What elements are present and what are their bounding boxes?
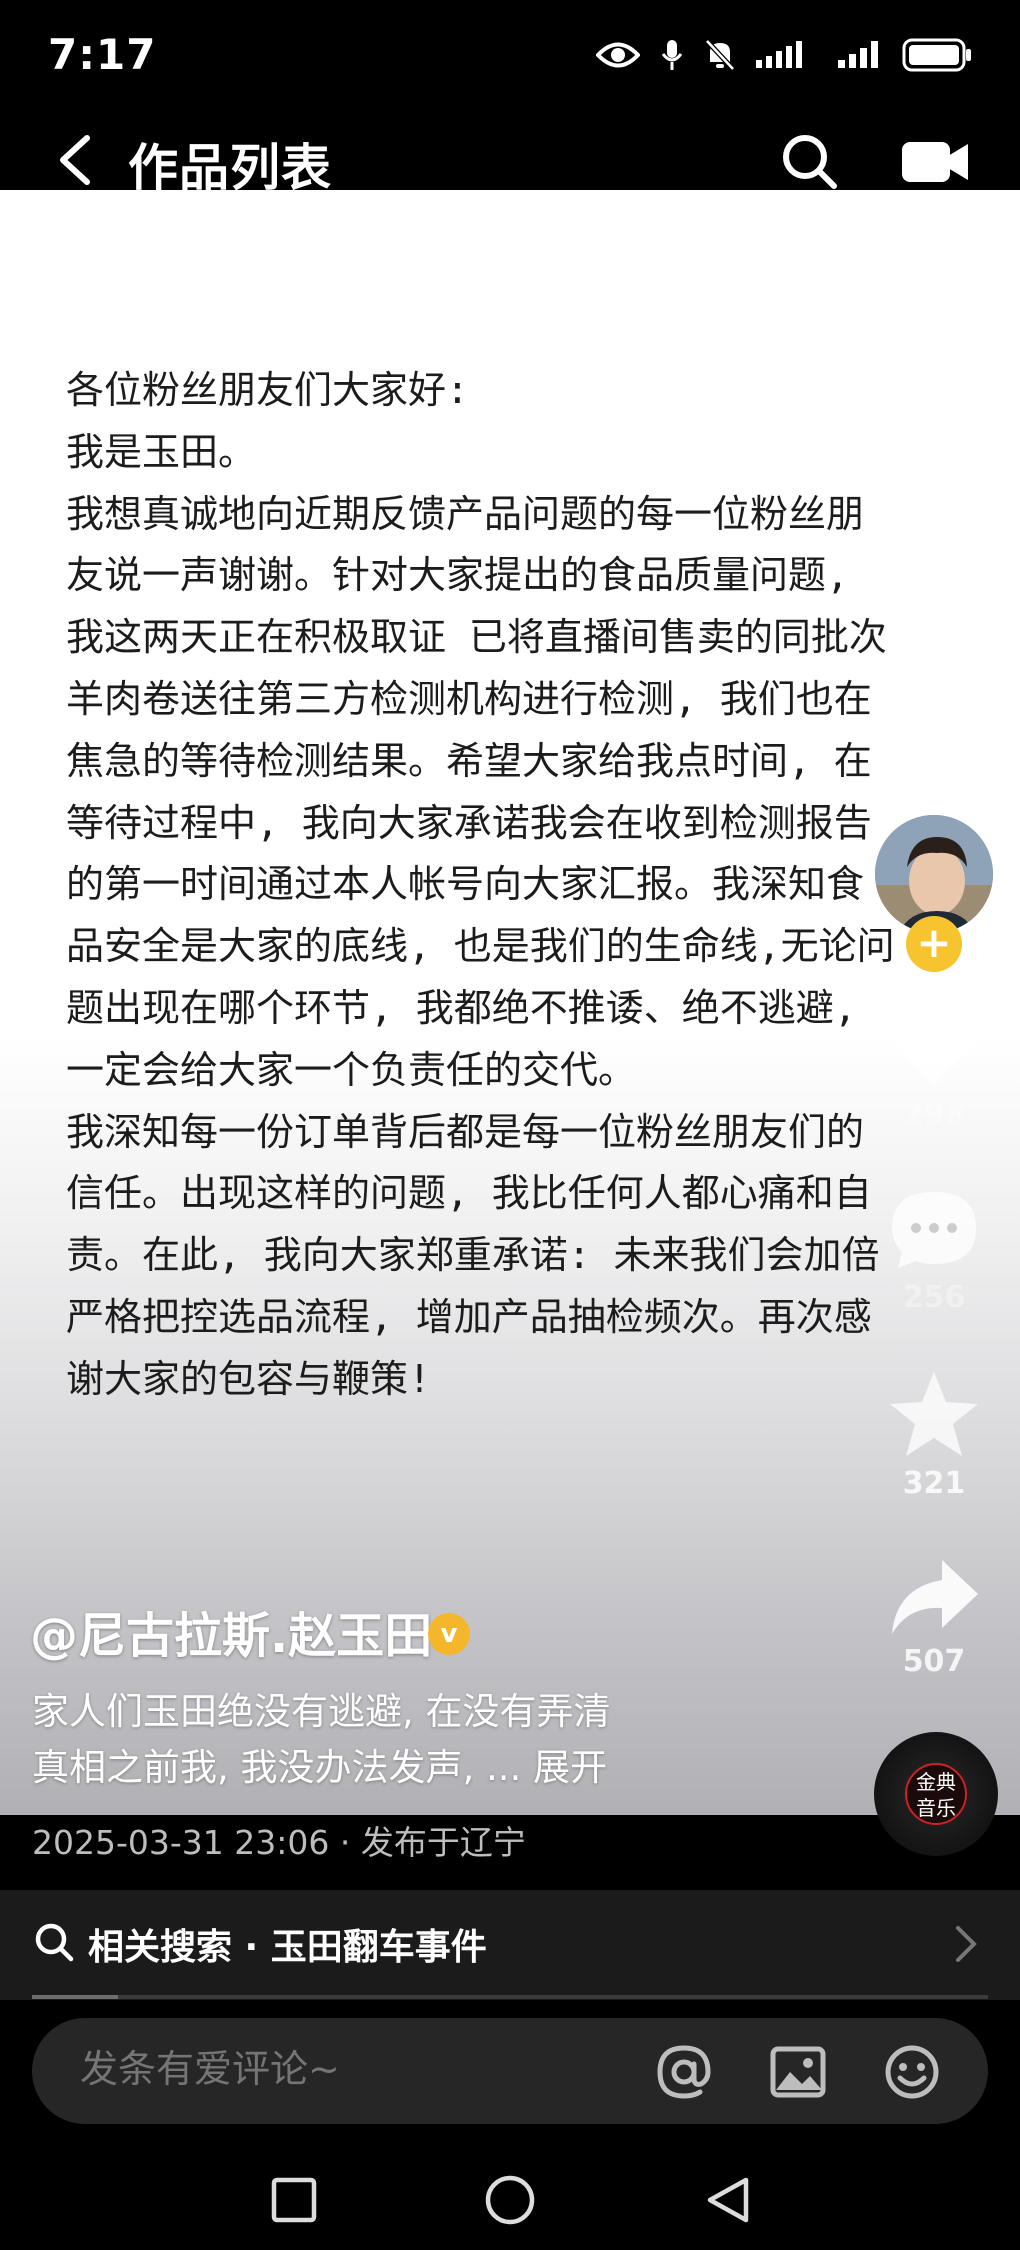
share-count: 507 <box>902 1644 966 1679</box>
share-button[interactable]: 507 <box>880 1558 988 1679</box>
comment-count: 256 <box>902 1280 966 1315</box>
share-icon <box>892 1560 978 1634</box>
post-location: 发布于辽宁 <box>360 1823 526 1862</box>
signal-icon <box>756 41 802 68</box>
like-button[interactable]: 298 <box>880 1005 988 1132</box>
caption[interactable]: 家人们玉田绝没有逃避, 在没有弄清 真相之前我, 我没办法发声, ... 展开 <box>32 1684 732 1796</box>
mute-bell-icon <box>705 39 735 71</box>
verified-badge: v <box>428 1613 470 1655</box>
emoji-icon[interactable] <box>884 2044 940 2100</box>
post-image[interactable]: 各位粉丝朋友们大家好: 我是玉田。 我想真诚地向近期反馈产品问题的每一位粉丝朋 … <box>0 190 1020 1815</box>
favorite-count: 321 <box>902 1466 966 1501</box>
chevron-right-icon <box>956 1926 977 1962</box>
related-search-label: 相关搜索 · 玉田翻车事件 <box>88 1927 487 1968</box>
status-time: 7:17 <box>48 30 157 79</box>
at-icon[interactable] <box>656 2044 712 2100</box>
post-timestamp: 2025-03-31 23:06 <box>32 1823 330 1862</box>
search-icon <box>35 1923 74 1962</box>
mic-icon <box>661 40 683 70</box>
video-icon[interactable] <box>902 142 968 182</box>
post-text: 各位粉丝朋友们大家好: 我是玉田。 我想真诚地向近期反馈产品问题的每一位粉丝朋 … <box>66 368 895 1401</box>
follow-button[interactable]: + <box>906 916 962 972</box>
music-label: 金典音乐 <box>905 1763 967 1825</box>
comment-bar <box>32 2018 988 2124</box>
author-name[interactable]: @尼古拉斯.赵玉田 <box>30 1596 432 1666</box>
status-bar: 7:17 <box>0 0 1020 120</box>
meta-separator: · <box>339 1823 351 1862</box>
comment-button[interactable]: 256 <box>880 1188 988 1315</box>
video-progress-bar[interactable] <box>32 1995 988 1999</box>
triangle-nav-icon[interactable] <box>702 2174 754 2226</box>
image-icon[interactable] <box>770 2044 826 2100</box>
comment-input[interactable] <box>78 2046 642 2092</box>
eye-icon <box>596 42 640 68</box>
square-nav-icon[interactable] <box>268 2174 320 2226</box>
comment-icon <box>892 1192 976 1268</box>
back-icon[interactable] <box>55 134 95 186</box>
heart-icon <box>890 1010 978 1085</box>
caption-line-2: 真相之前我, 我没办法发声, ... <box>32 1746 522 1789</box>
star-icon <box>890 1372 978 1456</box>
circle-nav-icon[interactable] <box>484 2174 536 2226</box>
music-disc[interactable]: 金典音乐 <box>874 1732 998 1856</box>
battery-icon <box>902 38 971 72</box>
status-icons <box>596 38 972 72</box>
post-meta: 2025-03-31 23:06 · 发布于辽宁 <box>32 1816 526 1864</box>
favorite-button[interactable]: 321 <box>880 1370 988 1501</box>
system-nav-bar <box>0 2150 1020 2250</box>
like-count: 298 <box>902 1097 966 1132</box>
signal-icon-2 <box>838 41 878 68</box>
search-icon[interactable] <box>780 132 838 190</box>
expand-link[interactable]: 展开 <box>533 1746 607 1789</box>
related-search-bar[interactable]: 相关搜索 · 玉田翻车事件 <box>0 1890 1020 2000</box>
progress-fill <box>32 1995 119 1999</box>
caption-line-1: 家人们玉田绝没有逃避, 在没有弄清 <box>32 1690 611 1733</box>
app-header: 作品列表 <box>0 120 1020 197</box>
